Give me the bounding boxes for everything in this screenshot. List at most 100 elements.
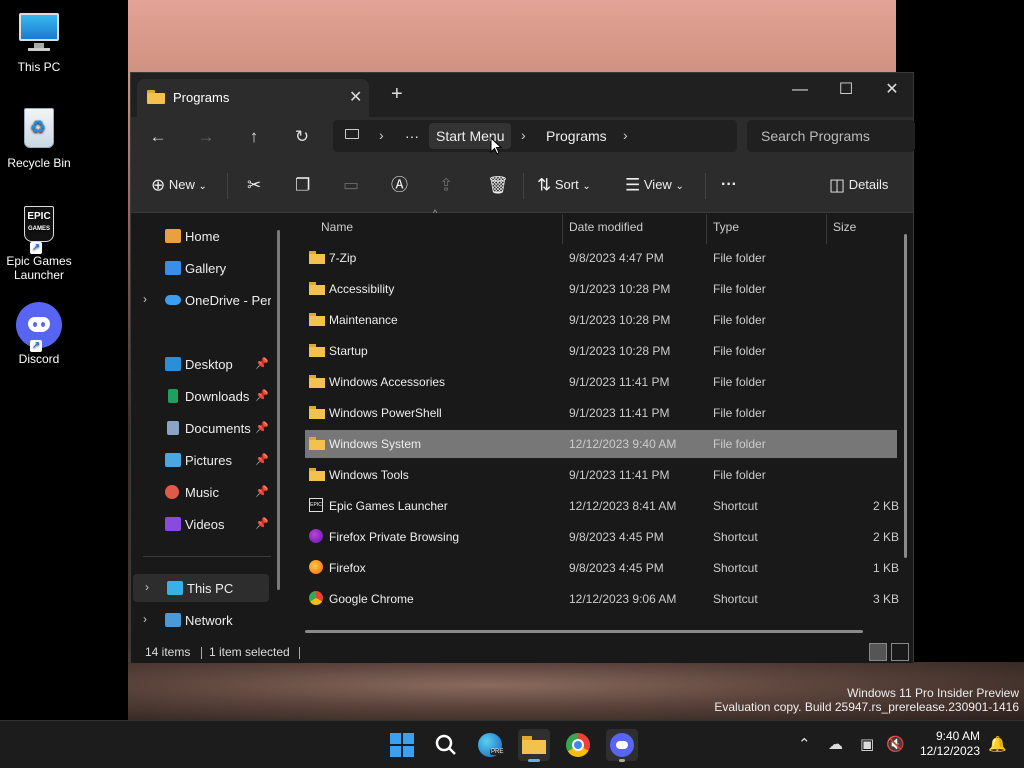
view-button[interactable]: ☰ View ⌄ — [625, 173, 684, 197]
column-header-type[interactable]: Type — [707, 214, 827, 244]
new-button[interactable]: ⊕ New ⌄ — [151, 173, 207, 197]
desktop-icon — [165, 357, 181, 371]
nav-item-this-pc[interactable]: › This PC — [133, 574, 269, 602]
copy-button[interactable]: ❐ — [295, 173, 310, 197]
paste-button[interactable]: ▭ — [343, 173, 359, 197]
tab-title: Programs — [173, 90, 230, 105]
file-row[interactable]: 7-Zip 9/8/2023 4:47 PM File folder — [305, 244, 897, 272]
chevron-right-icon[interactable]: › — [143, 292, 147, 306]
pre-badge: PRE — [490, 749, 505, 755]
file-size: 2 KB — [872, 530, 899, 544]
trash-icon: 🗑 — [487, 175, 509, 195]
file-row[interactable]: Windows Tools 9/1/2023 11:41 PM File fol… — [305, 461, 897, 489]
nav-item-pictures[interactable]: Pictures 📌 — [131, 446, 271, 474]
column-header-name[interactable]: Name — [315, 214, 563, 244]
computer-icon[interactable] — [345, 126, 359, 142]
nav-item-videos[interactable]: Videos 📌 — [131, 510, 271, 538]
details-view-icon[interactable] — [869, 643, 887, 661]
rename-button[interactable]: Ⓐ — [391, 173, 408, 197]
nav-item-gallery[interactable]: Gallery — [131, 254, 271, 282]
search-placeholder: Search Programs — [761, 128, 870, 144]
file-row[interactable]: Firefox 9/8/2023 4:45 PM Shortcut 1 KB — [305, 554, 899, 582]
chevron-right-icon[interactable]: › — [521, 127, 526, 143]
chevron-right-icon[interactable]: › — [379, 127, 384, 143]
nav-item-documents[interactable]: Documents 📌 — [131, 414, 271, 442]
file-row[interactable]: EPIC Epic Games Launcher 12/12/2023 8:41… — [305, 492, 899, 520]
edge-preview-button[interactable]: PRE — [474, 729, 506, 761]
file-row-selected[interactable]: Windows System 12/12/2023 9:40 AM File f… — [305, 430, 897, 458]
running-indicator — [619, 759, 625, 762]
file-row[interactable]: Google Chrome 12/12/2023 9:06 AM Shortcu… — [305, 585, 899, 613]
search-button[interactable] — [430, 729, 462, 761]
file-row[interactable]: Firefox Private Browsing 9/8/2023 4:45 P… — [305, 523, 899, 551]
refresh-icon[interactable]: ↻ — [287, 123, 317, 151]
desktop-icon-discord[interactable]: ↗ Discord — [0, 302, 78, 366]
address-segment-programs[interactable]: Programs — [546, 128, 607, 144]
forward-arrow-icon[interactable]: → — [191, 123, 221, 151]
monitor-icon — [16, 10, 62, 56]
file-type: File folder — [713, 344, 766, 358]
file-row[interactable]: Startup 9/1/2023 10:28 PM File folder — [305, 337, 897, 365]
file-size: 2 KB — [872, 499, 899, 513]
file-row[interactable]: Windows PowerShell 9/1/2023 11:41 PM Fil… — [305, 399, 897, 427]
nav-item-desktop[interactable]: Desktop 📌 — [131, 350, 271, 378]
network-icon[interactable]: ▣ — [860, 735, 874, 753]
up-arrow-icon[interactable]: ↑ — [239, 123, 269, 151]
close-button[interactable]: ✕ — [869, 77, 915, 105]
notification-bell-icon[interactable]: 🔔 — [988, 735, 1007, 753]
nav-item-network[interactable]: › Network — [131, 606, 271, 634]
clock[interactable]: 9:40 AM 12/12/2023 — [920, 729, 980, 759]
start-button[interactable] — [386, 729, 418, 761]
cut-button[interactable]: ✂ — [247, 173, 261, 197]
nav-item-onedrive[interactable]: › OneDrive - Personal — [131, 286, 271, 314]
column-header-date[interactable]: Date modified — [563, 214, 707, 244]
maximize-button[interactable]: ☐ — [823, 77, 869, 105]
nav-item-label: Home — [185, 229, 220, 244]
folder-icon — [309, 437, 325, 450]
chevron-right-icon[interactable]: › — [143, 612, 147, 626]
more-options-button[interactable]: ··· — [721, 173, 737, 197]
nav-scrollbar[interactable] — [277, 230, 280, 590]
file-row[interactable]: Maintenance 9/1/2023 10:28 PM File folde… — [305, 306, 897, 334]
details-pane-button[interactable]: ◫ Details — [829, 173, 888, 197]
onedrive-offline-icon[interactable]: ☁ — [828, 735, 843, 753]
details-button-label: Details — [848, 177, 889, 192]
chrome-icon — [309, 591, 323, 605]
nav-item-music[interactable]: Music 📌 — [131, 478, 271, 506]
file-row[interactable]: Windows Accessories 9/1/2023 11:41 PM Fi… — [305, 368, 897, 396]
tiles-view-icon[interactable] — [891, 643, 909, 661]
chrome-button[interactable] — [562, 729, 594, 761]
nav-item-home[interactable]: Home — [131, 222, 271, 250]
vertical-scrollbar[interactable] — [904, 234, 907, 558]
desktop-icon-recycle-bin[interactable]: ♻ Recycle Bin — [0, 106, 78, 170]
tab-programs[interactable]: Programs ✕ — [137, 79, 369, 117]
minimize-button[interactable]: — — [777, 77, 823, 105]
sort-button[interactable]: ⇅ Sort ⌄ — [537, 173, 591, 197]
address-bar[interactable]: › ··· Start Menu › Programs › — [333, 120, 737, 152]
nav-item-downloads[interactable]: Downloads 📌 — [131, 382, 271, 410]
address-ellipsis[interactable]: ··· — [405, 128, 419, 144]
share-button[interactable]: ⇪ — [439, 173, 453, 197]
file-row[interactable]: Accessibility 9/1/2023 10:28 PM File fol… — [305, 275, 897, 303]
toolbar-divider — [523, 173, 524, 199]
file-explorer-button[interactable] — [518, 729, 550, 762]
delete-button[interactable]: 🗑 — [487, 173, 509, 197]
chevron-right-icon[interactable]: › — [145, 580, 149, 594]
column-header-size[interactable]: Size — [827, 214, 897, 244]
file-date: 9/1/2023 11:41 PM — [569, 406, 670, 420]
back-arrow-icon[interactable]: ← — [143, 123, 173, 151]
tab-close-icon[interactable]: ✕ — [349, 87, 362, 107]
mouse-cursor-icon — [490, 136, 503, 158]
search-input[interactable]: Search Programs — [747, 120, 915, 152]
recycle-bin-icon: ♻ — [16, 106, 62, 152]
chevron-up-icon[interactable]: ⌃ — [798, 735, 811, 753]
desktop-icon-this-pc[interactable]: This PC — [0, 10, 78, 74]
chevron-right-icon[interactable]: › — [623, 127, 628, 143]
horizontal-scrollbar[interactable] — [305, 630, 863, 633]
file-type: File folder — [713, 313, 766, 327]
desktop-icon-epic-games[interactable]: EPIC GAMES ↗ Epic Games Launcher — [0, 204, 78, 282]
gallery-icon — [165, 261, 181, 275]
new-tab-button[interactable]: + — [391, 84, 403, 104]
volume-muted-icon[interactable]: 🔇 — [886, 735, 905, 753]
discord-button[interactable] — [606, 729, 638, 762]
